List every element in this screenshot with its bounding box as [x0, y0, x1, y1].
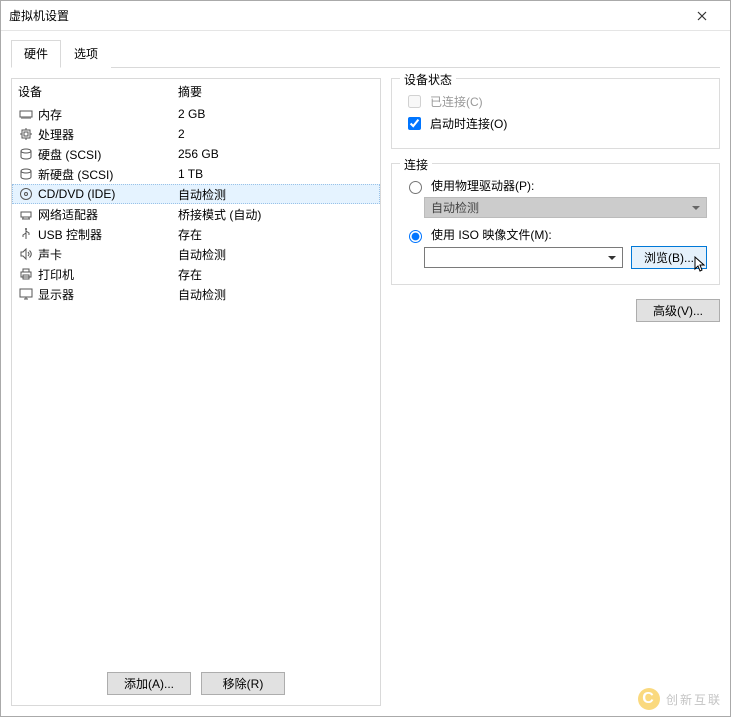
usb-icon	[18, 226, 34, 242]
device-summary: 2	[178, 127, 374, 141]
printer-icon	[18, 266, 34, 282]
device-name: 新硬盘 (SCSI)	[38, 166, 178, 183]
legend-device-status: 设备状态	[400, 71, 456, 88]
window-title: 虚拟机设置	[9, 7, 682, 24]
checkbox-connected	[408, 95, 421, 108]
radio-iso-row[interactable]: 使用 ISO 映像文件(M):	[404, 226, 707, 243]
radio-use-physical[interactable]	[409, 181, 422, 194]
device-summary: 存在	[178, 266, 374, 283]
device-summary: 自动检测	[178, 186, 374, 203]
device-name: CD/DVD (IDE)	[38, 187, 178, 201]
group-device-status: 设备状态 已连接(C) 启动时连接(O)	[391, 78, 720, 149]
content: 硬件 选项 设备 摘要 内存2 GB处理器2硬盘 (SCSI)256 GB新硬盘…	[1, 31, 730, 716]
device-name: USB 控制器	[38, 226, 178, 243]
tab-hardware[interactable]: 硬件	[11, 40, 61, 68]
cd-icon	[18, 186, 34, 202]
close-icon	[697, 11, 707, 21]
group-connection: 连接 使用物理驱动器(P): 自动检测 使用 ISO 映像文件(M):	[391, 163, 720, 285]
device-panel: 设备 摘要 内存2 GB处理器2硬盘 (SCSI)256 GB新硬盘 (SCSI…	[11, 78, 381, 706]
browse-button[interactable]: 浏览(B)...	[631, 246, 707, 269]
device-name: 打印机	[38, 266, 178, 283]
checkbox-connected-row: 已连接(C)	[404, 92, 707, 111]
watermark: C 创新互联	[638, 688, 722, 710]
device-name: 处理器	[38, 126, 178, 143]
right-panel: 设备状态 已连接(C) 启动时连接(O) 连接 使用物理驱动器(P):	[391, 78, 720, 706]
iso-row: 浏览(B)...	[424, 246, 707, 269]
device-summary: 自动检测	[178, 286, 374, 303]
device-row[interactable]: 硬盘 (SCSI)256 GB	[12, 144, 380, 164]
watermark-text: 创新互联	[666, 691, 722, 708]
display-icon	[18, 286, 34, 302]
tab-bar: 硬件 选项	[11, 39, 720, 68]
checkbox-connected-label: 已连接(C)	[430, 93, 483, 110]
disk-icon	[18, 166, 34, 182]
advanced-button[interactable]: 高级(V)...	[636, 299, 720, 322]
device-row[interactable]: CD/DVD (IDE)自动检测	[12, 184, 380, 204]
device-buttons: 添加(A)... 移除(R)	[12, 664, 380, 705]
device-row[interactable]: 处理器2	[12, 124, 380, 144]
watermark-icon: C	[638, 688, 660, 710]
vm-settings-window: 虚拟机设置 硬件 选项 设备 摘要 内存2 GB处理器2硬盘 (SCSI)256…	[0, 0, 731, 717]
device-summary: 2 GB	[178, 107, 374, 121]
legend-connection: 连接	[400, 156, 432, 173]
iso-path-combo[interactable]	[424, 247, 623, 268]
radio-use-iso[interactable]	[409, 230, 422, 243]
tab-body: 设备 摘要 内存2 GB处理器2硬盘 (SCSI)256 GB新硬盘 (SCSI…	[11, 68, 720, 706]
device-row[interactable]: 新硬盘 (SCSI)1 TB	[12, 164, 380, 184]
cursor-icon	[694, 256, 708, 274]
device-summary: 256 GB	[178, 147, 374, 161]
checkbox-connect-start[interactable]	[408, 117, 421, 130]
radio-physical-row[interactable]: 使用物理驱动器(P):	[404, 177, 707, 194]
radio-use-iso-label: 使用 ISO 映像文件(M):	[431, 226, 552, 243]
device-summary: 1 TB	[178, 167, 374, 181]
titlebar: 虚拟机设置	[1, 1, 730, 31]
checkbox-connect-start-row[interactable]: 启动时连接(O)	[404, 114, 707, 133]
network-icon	[18, 206, 34, 222]
physical-drive-dropdown: 自动检测	[424, 197, 707, 218]
device-summary: 存在	[178, 226, 374, 243]
device-name: 声卡	[38, 246, 178, 263]
device-name: 显示器	[38, 286, 178, 303]
device-row[interactable]: 打印机存在	[12, 264, 380, 284]
device-row[interactable]: 显示器自动检测	[12, 284, 380, 304]
remove-button[interactable]: 移除(R)	[201, 672, 285, 695]
device-row[interactable]: 内存2 GB	[12, 104, 380, 124]
memory-icon	[18, 106, 34, 122]
device-summary: 自动检测	[178, 246, 374, 263]
sound-icon	[18, 246, 34, 262]
cpu-icon	[18, 126, 34, 142]
device-row[interactable]: 网络适配器桥接模式 (自动)	[12, 204, 380, 224]
disk-icon	[18, 146, 34, 162]
col-device: 设备	[18, 83, 178, 100]
radio-use-physical-label: 使用物理驱动器(P):	[431, 177, 534, 194]
device-row[interactable]: 声卡自动检测	[12, 244, 380, 264]
device-name: 网络适配器	[38, 206, 178, 223]
device-summary: 桥接模式 (自动)	[178, 206, 374, 223]
device-list[interactable]: 设备 摘要 内存2 GB处理器2硬盘 (SCSI)256 GB新硬盘 (SCSI…	[12, 79, 380, 664]
list-header: 设备 摘要	[12, 79, 380, 104]
device-name: 内存	[38, 106, 178, 123]
device-row[interactable]: USB 控制器存在	[12, 224, 380, 244]
checkbox-connect-start-label: 启动时连接(O)	[430, 115, 507, 132]
tab-options[interactable]: 选项	[61, 40, 111, 68]
add-button[interactable]: 添加(A)...	[107, 672, 191, 695]
device-name: 硬盘 (SCSI)	[38, 146, 178, 163]
physical-dropdown-row: 自动检测	[424, 197, 707, 218]
advanced-row: 高级(V)...	[391, 299, 720, 322]
col-summary: 摘要	[178, 83, 374, 100]
close-button[interactable]	[682, 2, 722, 30]
